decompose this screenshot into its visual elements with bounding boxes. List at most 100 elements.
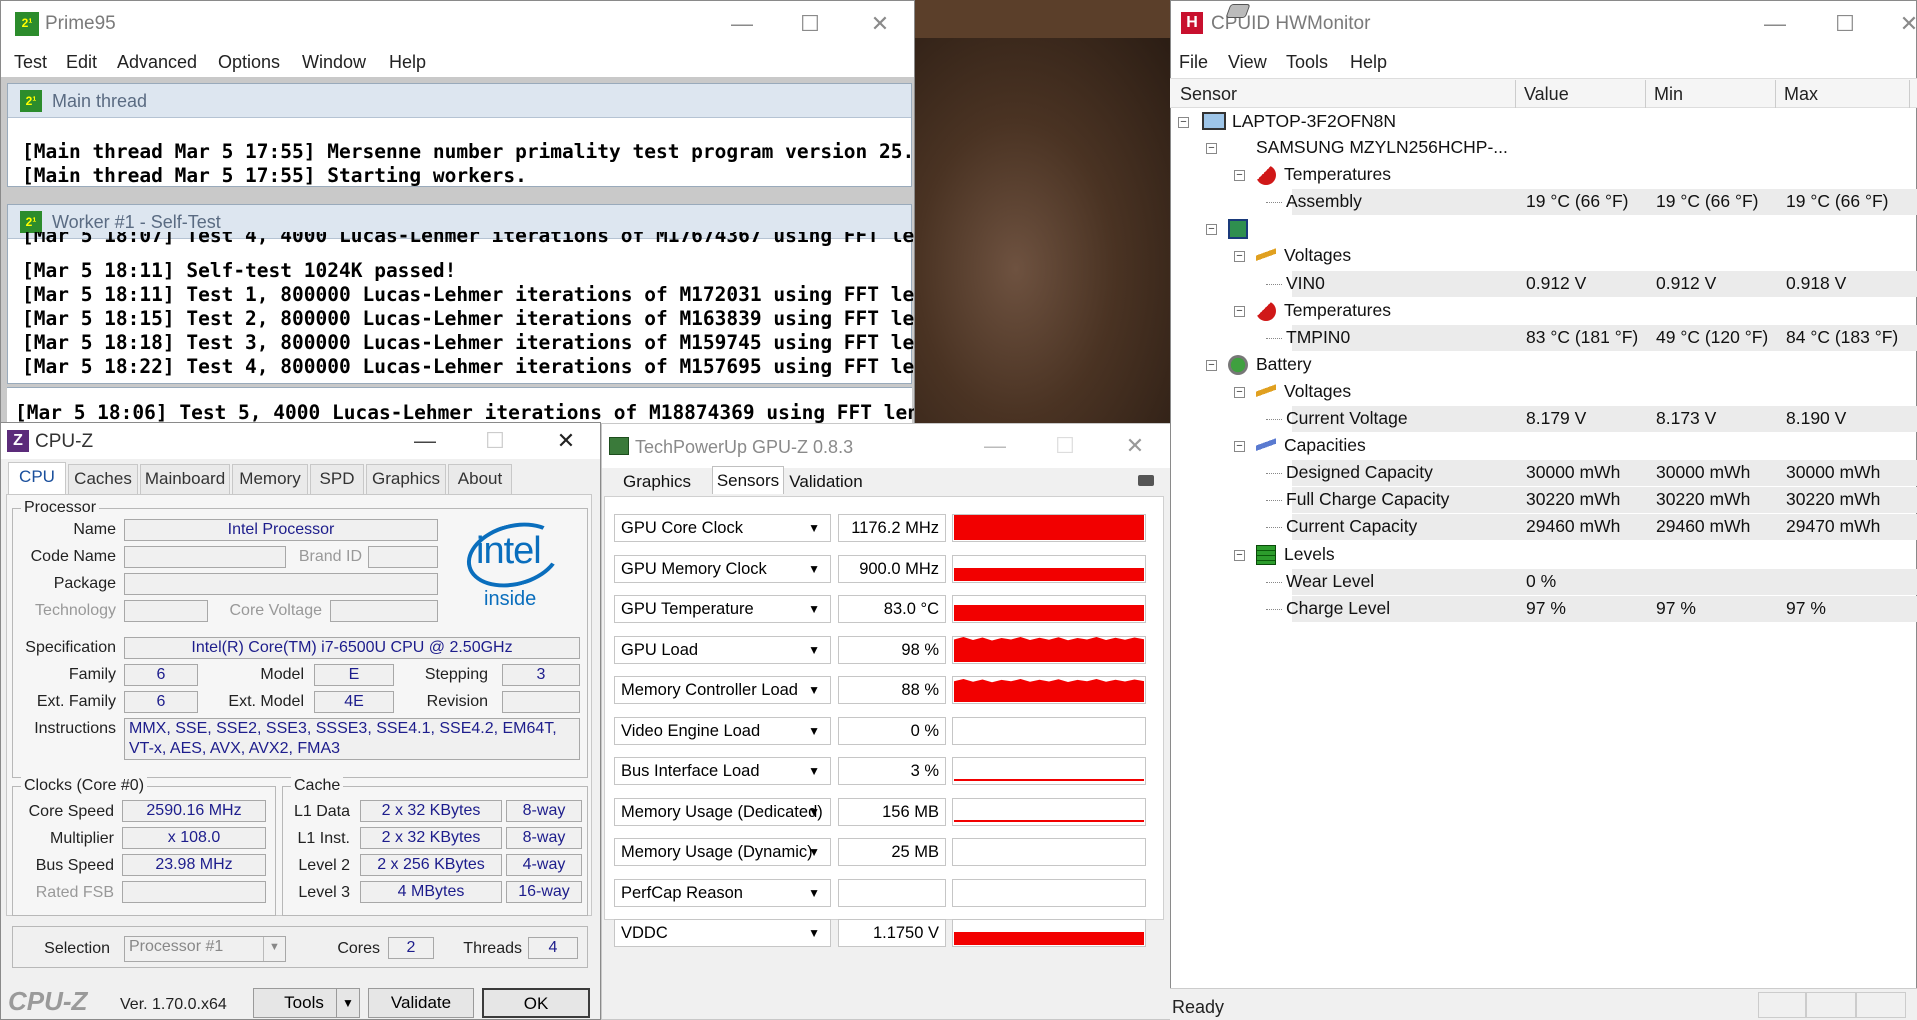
sensor-graph — [952, 636, 1146, 664]
collapse-icon[interactable]: − — [1206, 224, 1217, 235]
close-icon[interactable]: ✕ — [1107, 429, 1163, 463]
selection-dropdown[interactable]: Processor #1 ▼ — [124, 936, 286, 962]
hwmonitor-titlebar[interactable]: H CPUID HWMonitor — ☐ ✕ — [1171, 1, 1916, 47]
family-label: Family — [68, 666, 116, 683]
menu-help[interactable]: Help — [389, 52, 426, 73]
column-min[interactable]: Min — [1646, 80, 1776, 108]
collapse-icon[interactable]: − — [1234, 550, 1245, 561]
motherboard-icon — [1228, 219, 1248, 239]
minimize-icon[interactable]: — — [1747, 7, 1803, 41]
ok-button[interactable]: OK — [482, 988, 590, 1018]
maximize-icon[interactable]: ☐ — [1037, 429, 1093, 463]
background-worker-window[interactable]: [Mar 5 18:06] Test 5, 4000 Lucas-Lehmer … — [7, 387, 914, 424]
maximize-icon[interactable]: ☐ — [467, 424, 523, 458]
sensor-value: 0 % — [1526, 571, 1557, 591]
collapse-icon[interactable]: − — [1178, 117, 1189, 128]
sensor-name-dropdown[interactable]: GPU Core Clock ▼ — [614, 514, 831, 542]
tab-validation[interactable]: Validation — [788, 468, 864, 496]
tree-connector — [1266, 338, 1282, 339]
close-icon[interactable]: ✕ — [852, 7, 908, 41]
collapse-icon[interactable]: − — [1206, 143, 1217, 154]
chevron-down-icon: ▼ — [808, 886, 820, 900]
column-value[interactable]: Value — [1516, 80, 1646, 108]
sensor-label: Current Capacity — [1286, 516, 1418, 536]
processor-legend: Processor — [21, 499, 100, 517]
close-icon[interactable]: ✕ — [538, 424, 594, 458]
column-max[interactable]: Max — [1776, 80, 1910, 108]
menu-help[interactable]: Help — [1350, 52, 1387, 73]
log-line: [Mar 5 18:18] Test 3, 800000 Lucas-Lehme… — [22, 331, 915, 354]
collapse-icon[interactable]: − — [1234, 251, 1245, 262]
menu-edit[interactable]: Edit — [66, 52, 97, 73]
minimize-icon[interactable]: — — [714, 7, 770, 41]
menu-test[interactable]: Test — [14, 52, 47, 73]
sensor-name-dropdown[interactable]: GPU Memory Clock ▼ — [614, 555, 831, 583]
l1i-way: 8-way — [506, 827, 582, 849]
voltage-icon — [1256, 246, 1276, 266]
tab-mainboard[interactable]: Mainboard — [140, 464, 230, 494]
sensor-value: 0 % — [838, 717, 946, 745]
tab-caches[interactable]: Caches — [68, 464, 138, 494]
menu-tools[interactable]: Tools — [1286, 52, 1328, 73]
prime95-menubar: Test Edit Advanced Options Window Help — [1, 47, 914, 77]
menu-options[interactable]: Options — [218, 52, 280, 73]
computer-icon — [1202, 112, 1226, 130]
codename-label: Code Name — [30, 548, 116, 565]
minimize-icon[interactable]: — — [967, 429, 1023, 463]
sensor-value: 900.0 MHz — [838, 555, 946, 583]
family-value: 6 — [124, 664, 198, 686]
menu-view[interactable]: View — [1228, 52, 1267, 73]
chevron-down-icon: ▼ — [808, 602, 820, 616]
menu-file[interactable]: File — [1179, 52, 1208, 73]
menu-window[interactable]: Window — [302, 52, 366, 73]
sensor-value: 98 % — [838, 636, 946, 664]
collapse-icon[interactable]: − — [1234, 306, 1245, 317]
technology-label: Technology — [35, 602, 116, 619]
sensor-name-dropdown[interactable]: VDDC ▼ — [614, 919, 831, 947]
main-thread-window[interactable]: 2¹ Main thread [Main thread Mar 5 17:55]… — [7, 83, 914, 187]
sensor-name-dropdown[interactable]: Bus Interface Load ▼ — [614, 757, 831, 785]
column-sensor[interactable]: Sensor — [1172, 80, 1516, 108]
collapse-icon[interactable]: − — [1234, 441, 1245, 452]
collapse-icon[interactable]: − — [1206, 360, 1217, 371]
prime95-titlebar[interactable]: 2¹ Prime95 — ☐ ✕ — [1, 1, 914, 47]
maximize-icon[interactable]: ☐ — [1817, 7, 1873, 41]
sensor-name-dropdown[interactable]: PerfCap Reason ▼ — [614, 879, 831, 907]
sensor-name-dropdown[interactable]: Video Engine Load ▼ — [614, 717, 831, 745]
sensor-name-dropdown[interactable]: Memory Controller Load ▼ — [614, 676, 831, 704]
tab-memory[interactable]: Memory — [232, 464, 308, 494]
tab-spd[interactable]: SPD — [310, 464, 364, 494]
sensor-graph-fill — [954, 679, 1144, 702]
tab-graphics-card[interactable]: Graphics Card — [604, 468, 710, 519]
ratedfsb-label: Rated FSB — [35, 884, 114, 901]
sensor-max: 30220 mWh — [1786, 489, 1881, 509]
cpuz-titlebar[interactable]: Z CPU-Z — ☐ ✕ — [1, 423, 600, 459]
sensor-min: 0.912 V — [1656, 273, 1717, 293]
sensor-value: 156 MB — [838, 798, 946, 826]
tab-about[interactable]: About — [448, 464, 512, 494]
sensor-name-dropdown[interactable]: GPU Load ▼ — [614, 636, 831, 664]
worker-window[interactable]: 2¹ Worker #1 - Self-Test [Mar 5 18:07] T… — [7, 204, 915, 384]
sensor-name-dropdown[interactable]: Memory Usage (Dedicated) ▼ — [614, 798, 831, 826]
tools-dropdown-button[interactable]: ▼ — [336, 988, 360, 1018]
gpuz-titlebar[interactable]: TechPowerUp GPU-Z 0.8.3 — ☐ ✕ — [602, 424, 1170, 468]
sensor-name-dropdown[interactable]: Memory Usage (Dynamic) ▼ — [614, 838, 831, 866]
sensor-max: 30000 mWh — [1786, 462, 1881, 482]
tree-connector — [1266, 609, 1282, 610]
menu-advanced[interactable]: Advanced — [117, 52, 197, 73]
collapse-icon[interactable]: − — [1234, 170, 1245, 181]
validate-button[interactable]: Validate — [368, 988, 474, 1018]
camera-icon[interactable] — [1138, 475, 1154, 486]
minimize-icon[interactable]: — — [397, 424, 453, 458]
maximize-icon[interactable]: ☐ — [782, 7, 838, 41]
sensor-min: 30220 mWh — [1656, 489, 1751, 509]
tab-sensors[interactable]: Sensors — [712, 466, 784, 494]
tab-cpu[interactable]: CPU — [8, 462, 66, 494]
collapse-icon[interactable]: − — [1234, 387, 1245, 398]
hwmonitor-menubar: File View Tools Help — [1171, 47, 1916, 77]
close-icon[interactable]: ✕ — [1881, 7, 1916, 41]
tab-graphics[interactable]: Graphics — [366, 464, 446, 494]
instructions-label: Instructions — [34, 720, 116, 737]
battery-icon — [1228, 355, 1248, 375]
sensor-name-dropdown[interactable]: GPU Temperature ▼ — [614, 595, 831, 623]
